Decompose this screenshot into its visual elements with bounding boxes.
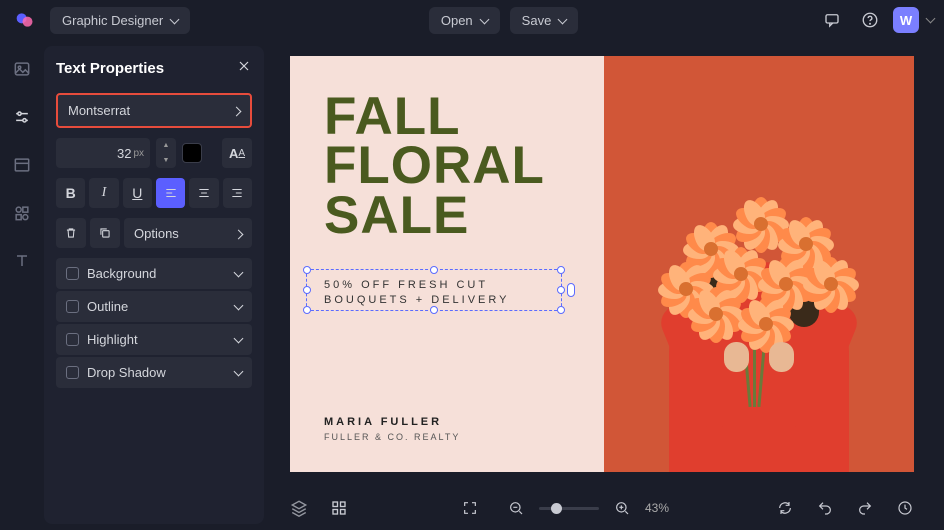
artboard-image xyxy=(604,56,914,472)
panel-title: Text Properties xyxy=(56,60,164,77)
font-size-input[interactable]: 32 px xyxy=(56,138,150,168)
chat-icon[interactable] xyxy=(817,5,847,35)
chevron-down-icon xyxy=(559,13,566,28)
font-selector[interactable]: Montserrat xyxy=(56,93,252,128)
resize-handle[interactable] xyxy=(557,266,565,274)
chevron-down-icon xyxy=(235,266,242,281)
open-label: Open xyxy=(441,13,473,28)
chevron-down-icon[interactable] xyxy=(927,11,934,29)
save-button[interactable]: Save xyxy=(510,7,579,34)
drop-shadow-accordion[interactable]: Drop Shadow xyxy=(56,357,252,388)
resize-handle[interactable] xyxy=(303,286,311,294)
save-label: Save xyxy=(522,13,552,28)
bottombar: 43% xyxy=(274,486,930,530)
chevron-down-icon xyxy=(481,13,488,28)
highlight-accordion[interactable]: Highlight xyxy=(56,324,252,355)
close-icon[interactable] xyxy=(236,58,252,79)
align-right-button[interactable] xyxy=(223,178,252,208)
headline[interactable]: FALL FLORAL SALE xyxy=(324,92,604,240)
step-down-icon[interactable]: ▼ xyxy=(156,153,176,168)
checkbox[interactable] xyxy=(66,267,79,280)
fullscreen-icon[interactable] xyxy=(455,493,485,523)
font-name: Montserrat xyxy=(68,103,130,118)
checkbox[interactable] xyxy=(66,333,79,346)
delete-button[interactable] xyxy=(56,218,86,248)
left-toolbar xyxy=(0,40,44,530)
chevron-down-icon xyxy=(235,332,242,347)
company-name[interactable]: FULLER & CO. REALTY xyxy=(324,432,460,442)
open-button[interactable]: Open xyxy=(429,7,500,34)
options-button[interactable]: Options xyxy=(124,218,252,248)
checkbox[interactable] xyxy=(66,366,79,379)
resize-handle[interactable] xyxy=(557,286,565,294)
outline-accordion[interactable]: Outline xyxy=(56,291,252,322)
layers-icon[interactable] xyxy=(284,493,314,523)
resize-handle[interactable] xyxy=(557,306,565,314)
refresh-icon[interactable] xyxy=(770,493,800,523)
undo-icon[interactable] xyxy=(810,493,840,523)
chevron-right-icon xyxy=(233,103,240,118)
bold-button[interactable]: B xyxy=(56,178,85,208)
zoom-in-icon[interactable] xyxy=(607,493,637,523)
resize-handle[interactable] xyxy=(430,266,438,274)
logo[interactable] xyxy=(10,5,40,35)
underline-button[interactable]: U xyxy=(123,178,152,208)
chevron-down-icon xyxy=(235,365,242,380)
topbar: Graphic Designer Open Save W xyxy=(0,0,944,40)
rotate-handle[interactable] xyxy=(567,283,575,297)
text-properties-panel: Text Properties Montserrat 32 px ▲ ▼ AA … xyxy=(44,46,264,524)
app-dropdown[interactable]: Graphic Designer xyxy=(50,7,190,34)
image-tool-icon[interactable] xyxy=(11,58,33,80)
text-case-button[interactable]: AA xyxy=(222,138,252,168)
chevron-down-icon xyxy=(171,13,178,28)
zoom-slider[interactable] xyxy=(539,507,599,510)
duplicate-button[interactable] xyxy=(90,218,120,248)
grid-icon[interactable] xyxy=(324,493,354,523)
layout-tool-icon[interactable] xyxy=(11,154,33,176)
chevron-right-icon xyxy=(235,226,242,241)
author-name[interactable]: MARIA FULLER xyxy=(324,416,460,428)
history-icon[interactable] xyxy=(890,493,920,523)
subheadline[interactable]: 50% OFF FRESH CUT BOUQUETS + DELIVERY xyxy=(324,278,509,309)
avatar[interactable]: W xyxy=(893,7,919,33)
resize-handle[interactable] xyxy=(303,266,311,274)
align-left-button[interactable] xyxy=(156,178,185,208)
color-swatch[interactable] xyxy=(182,143,202,163)
zoom-knob[interactable] xyxy=(551,503,562,514)
step-up-icon[interactable]: ▲ xyxy=(156,138,176,153)
shapes-tool-icon[interactable] xyxy=(11,202,33,224)
help-icon[interactable] xyxy=(855,5,885,35)
artboard[interactable]: FALL FLORAL SALE xyxy=(290,56,914,472)
chevron-down-icon xyxy=(235,299,242,314)
font-size-stepper[interactable]: ▲ ▼ xyxy=(156,138,176,168)
background-accordion[interactable]: Background xyxy=(56,258,252,289)
checkbox[interactable] xyxy=(66,300,79,313)
italic-button[interactable]: I xyxy=(89,178,118,208)
adjust-tool-icon[interactable] xyxy=(11,106,33,128)
redo-icon[interactable] xyxy=(850,493,880,523)
text-tool-icon[interactable] xyxy=(11,250,33,272)
zoom-out-icon[interactable] xyxy=(501,493,531,523)
app-dropdown-label: Graphic Designer xyxy=(62,13,163,28)
canvas-area: FALL FLORAL SALE xyxy=(264,40,944,530)
resize-handle[interactable] xyxy=(303,306,311,314)
zoom-percent: 43% xyxy=(645,501,669,515)
align-center-button[interactable] xyxy=(189,178,218,208)
